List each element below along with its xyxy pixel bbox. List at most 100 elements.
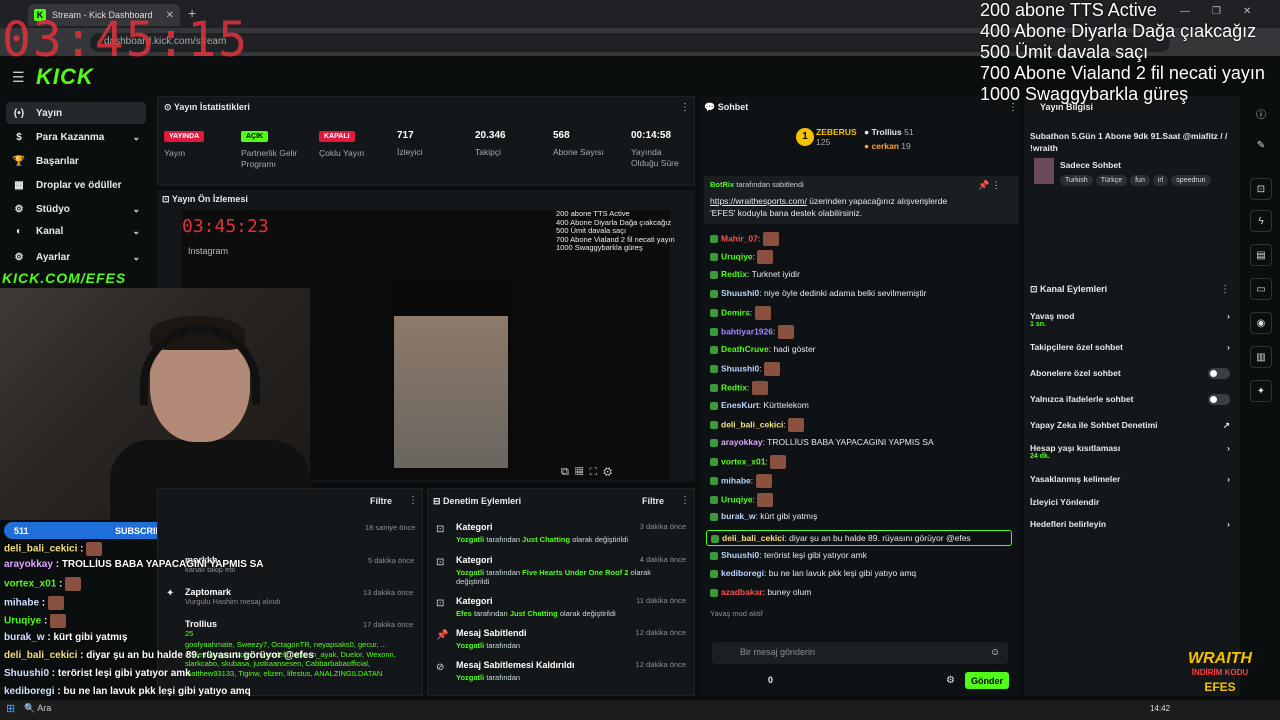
chat-username[interactable]: deli_bali_cekici (721, 419, 783, 429)
chat-text: diyar şu an bu halde 89. rüyasını görüyo… (789, 533, 971, 543)
more-icon[interactable]: ⋮ (408, 495, 418, 506)
mod-action-item: ⊡ Kategori Efes tarafından Just Chatting o… (436, 596, 686, 618)
channel-actions-title: ⊡ Kanal Eylemleri (1030, 284, 1108, 294)
chat-bubble-icon[interactable]: ▭ (1250, 278, 1272, 300)
account-age-row[interactable]: Hesap yaşı kısıtlaması 24 dk. › (1030, 443, 1234, 460)
subs-only-toggle[interactable] (1208, 368, 1230, 379)
banned-words-row[interactable]: Yasaklanmış kelimeler › (1030, 474, 1234, 484)
menu-icon[interactable]: ☰ (12, 69, 25, 86)
sidebar-item-kanal[interactable]: ◐ Kanal ⌄ (6, 220, 146, 242)
sponsor-logo: WRAITH İNDİRİM KODU EFES (1188, 650, 1252, 695)
chat-message: Shuushi0: (710, 362, 780, 376)
chat-username[interactable]: Redtix (721, 382, 747, 392)
chat-username[interactable]: deli_bali_cekici (722, 533, 784, 543)
redirect-row[interactable]: İzleyici Yönlendir (1030, 497, 1234, 507)
pinned-text: https://wraithesports.com/ üzerinden yap… (710, 196, 948, 218)
category-thumbnail (1034, 158, 1054, 184)
pinned-by: BotRix tarafından sabitlendi (710, 180, 804, 189)
chat-username[interactable]: Redtix (721, 269, 747, 279)
wrench-icon[interactable]: ✦ (1250, 380, 1272, 402)
emote-image (757, 250, 774, 264)
chat-username[interactable]: Mahir_07 (721, 233, 758, 243)
camera-icon[interactable]: ⊡ (1250, 178, 1272, 200)
chat-username[interactable]: Shuushi0 (721, 288, 759, 298)
followers-only-row[interactable]: Takipçilere özel sohbet › (1030, 342, 1234, 352)
preview-controls-icon[interactable]: ⧉ ▦ ⛶ ⚙ (561, 466, 612, 479)
badge-icon (710, 496, 718, 504)
edit-icon[interactable]: ✎ (1250, 134, 1272, 156)
preview-title: ⊡ Yayın Ön İzlemesi (162, 194, 248, 204)
bolt-icon[interactable]: ϟ (1250, 210, 1272, 232)
layers-icon[interactable]: ▥ (1250, 346, 1272, 368)
activity-item: ✦ (166, 588, 175, 599)
leaderboard-icon: 1 (796, 128, 814, 146)
note-icon[interactable]: ▤ (1250, 244, 1272, 266)
chat-username[interactable]: mihabe (721, 475, 751, 485)
sidebar-item-yayin[interactable]: (•) Yayın (6, 102, 146, 124)
emotes-only-toggle[interactable] (1208, 394, 1230, 405)
chat-username[interactable]: Uruqiye (721, 251, 753, 261)
windows-start-icon[interactable]: ⊞ (6, 702, 15, 715)
trophy-icon: 🏆 (12, 155, 26, 167)
pin-icon[interactable]: 📌 ⋮ (978, 180, 1001, 191)
taskbar-search[interactable]: 🔍 Ara (24, 703, 194, 718)
dollar-icon: $ (16, 131, 22, 143)
chat-message: Redtix: Turknet iyidir (710, 269, 800, 279)
activity-filter-button[interactable]: Filtre (370, 496, 392, 506)
gear-icon[interactable]: ⚙ (946, 675, 955, 686)
tags: Turkish Türkçe fun irl speedrun (1060, 174, 1214, 186)
badge-icon (711, 534, 719, 543)
sidebar: (•) Yayın $ Para Kazanma ⌄ 🏆 Başarılar ▦ Drop… (0, 96, 152, 296)
emotes-only-row[interactable]: Yalnızca ifadelerle sohbet (1030, 394, 1234, 405)
more-icon[interactable]: ⋮ (680, 495, 690, 506)
chat-username[interactable]: Demirs (721, 307, 750, 317)
emote-image (757, 493, 774, 507)
badge-icon (710, 477, 718, 485)
sidebar-item-droplar[interactable]: ▦ Droplar ve ödüller (6, 174, 146, 196)
more-icon[interactable]: ⋮ (1220, 284, 1230, 295)
emoji-icon[interactable]: ☺ (990, 647, 1000, 658)
chat-text: hadi göster (773, 344, 816, 354)
emote-image (770, 455, 787, 469)
overlay-chat-line: vortex_x01 : (4, 577, 82, 591)
ai-moderation-row[interactable]: Yapay Zeka ile Sohbet Denetimi ↗ (1030, 420, 1234, 430)
badge-icon (710, 458, 718, 466)
chat-username[interactable]: burak_w (721, 511, 756, 521)
chat-username[interactable]: bahtiyar1926 (721, 326, 773, 336)
subs-only-row[interactable]: Abonelere özel sohbet (1030, 368, 1234, 379)
chat-text: TROLLİUS BABA YAPACAGINI YAPMIS SA (767, 437, 934, 447)
send-button[interactable]: Gönder (965, 672, 1009, 689)
chat-username[interactable]: vortex_x01 (721, 456, 765, 466)
broadcast-icon[interactable]: ◉ (1250, 312, 1272, 334)
instagram-label: Instagram (188, 246, 229, 256)
chat-username[interactable]: kediboregi (721, 568, 764, 578)
chat-username[interactable]: DeathCruve (721, 344, 769, 354)
chat-input[interactable]: Bir mesaj gönderin (712, 642, 1008, 664)
chevron-right-icon: › (1227, 311, 1230, 321)
info-icon[interactable]: ⓘ (1250, 102, 1272, 124)
sidebar-item-basarilar[interactable]: 🏆 Başarılar (6, 150, 146, 172)
chat-username[interactable]: Shuushi0 (721, 550, 759, 560)
sidebar-item-studyo[interactable]: ⚙ Stüdyo ⌄ (6, 198, 146, 220)
chat-username[interactable]: Shuushi0 (721, 363, 759, 373)
goals-row[interactable]: Hedefleri belirleyin › (1030, 519, 1234, 529)
badge-icon (710, 384, 718, 392)
mod-filter-button[interactable]: Filtre (642, 496, 664, 506)
sidebar-item-para-kazanma[interactable]: $ Para Kazanma ⌄ (6, 126, 146, 148)
chat-username[interactable]: arayokkay (721, 437, 763, 447)
chat-username[interactable]: EnesKurt (721, 400, 759, 410)
chat-message: EnesKurt: Kürttelekom (710, 400, 809, 410)
chat-text: Turknet iyidir (751, 269, 800, 279)
external-link-icon: ↗ (1222, 420, 1230, 430)
chevron-right-icon: › (1227, 443, 1230, 453)
more-icon[interactable]: ⋮ (680, 102, 690, 113)
sidebar-item-ayarlar[interactable]: ⚙ Ayarlar ⌄ (6, 246, 146, 268)
activity-item: Zaptomark Vurgulu Hashim mesaj alındı (185, 587, 281, 606)
gift-icon: ▦ (14, 179, 24, 191)
chat-username[interactable]: Uruqiye (721, 494, 753, 504)
slow-mode-row[interactable]: Yavaş mod 1 sn. › (1030, 311, 1234, 328)
badge-icon (710, 309, 718, 317)
badge-icon (710, 401, 718, 410)
chat-username[interactable]: azadbakar (721, 587, 763, 597)
mod-actions-title: ⊟ Denetim Eylemleri (433, 496, 522, 506)
